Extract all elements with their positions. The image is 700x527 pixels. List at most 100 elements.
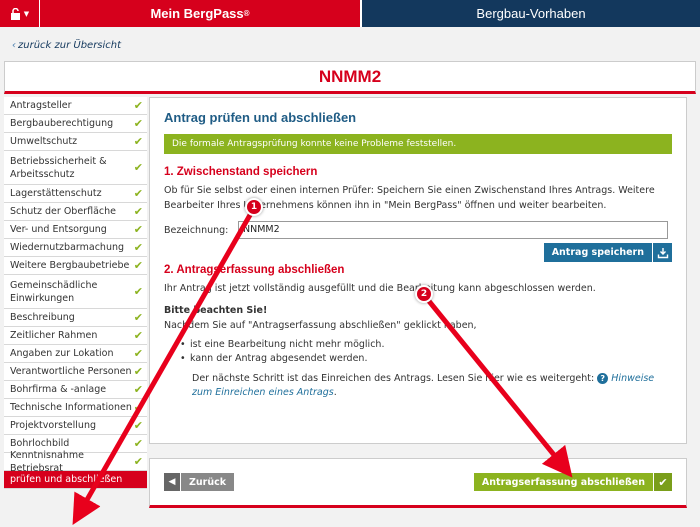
name-label: Bezeichnung: — [164, 224, 229, 236]
sidebar-item-label: Antragsteller — [10, 100, 72, 111]
checkmark-icon: ✔ — [133, 117, 143, 130]
help-link-suffix: . — [333, 387, 337, 398]
project-title: NNMM2 — [318, 66, 382, 86]
sidebar-item[interactable]: Verantwortliche Personen ✔ — [4, 363, 147, 381]
chevron-down-icon: ▼ — [23, 9, 30, 18]
name-row: Bezeichnung: NNMM2 — [164, 221, 672, 239]
sidebar-item-label: Betriebssicherheit & Arbeitsschutz — [10, 155, 107, 180]
list-item: ist eine Bearbeitung nicht mehr möglich. — [180, 338, 672, 352]
list-item: kann der Antrag abgesendet werden. — [180, 352, 672, 366]
save-application-icon-button[interactable] — [653, 243, 672, 262]
section-save-text: Ob für Sie selbst oder einen internen Pr… — [164, 185, 655, 211]
tab-bergbau-vorhaben[interactable]: Bergbau-Vorhaben — [362, 0, 700, 27]
sidebar-item[interactable]: Bergbauberechtigung ✔ — [4, 115, 147, 133]
checkmark-icon: ✔ — [654, 473, 672, 491]
section-save-title: 1. Zwischenstand speichern — [164, 166, 318, 178]
next-step-text: Der nächste Schritt ist das Einreichen d… — [192, 373, 595, 384]
sidebar-item[interactable]: Antragsteller ✔ — [4, 97, 147, 115]
name-input[interactable]: NNMM2 — [238, 221, 668, 239]
chevron-left-icon: ‹ — [12, 40, 16, 51]
sidebar-item[interactable]: Ver- und Entsorgung ✔ — [4, 221, 147, 239]
checkmark-icon: ✔ — [133, 241, 143, 254]
page-title: Antrag prüfen und abschließen — [164, 110, 357, 125]
sidebar-item[interactable]: Wiedernutzbarmachung ✔ — [4, 239, 147, 257]
tab-bergbau-vorhaben-label: Bergbau-Vorhaben — [476, 6, 586, 21]
sidebar-item-label: Umweltschutz — [10, 136, 78, 147]
sidebar-item[interactable]: Umweltschutz ✔ — [4, 133, 147, 151]
section-finish-title: 2. Antragserfassung abschließen — [164, 264, 345, 276]
sidebar-item-label: Angaben zur Lokation — [10, 348, 114, 359]
checkmark-icon: ✔ — [133, 383, 143, 396]
sidebar-item-label: Bergbauberechtigung — [10, 118, 114, 129]
download-icon — [657, 247, 668, 258]
sidebar-item[interactable]: Beschreibung ✔ — [4, 309, 147, 327]
sidebar-item-label: Technische Informationen — [10, 402, 132, 413]
annotation-badge-1: 1 — [245, 198, 263, 216]
top-navigation: ▼ Mein BergPass ® Bergbau-Vorhaben — [0, 0, 700, 27]
help-icon: ? — [597, 373, 609, 384]
back-link-label: zurück zur Übersicht — [18, 40, 122, 51]
success-message: Die formale Antragsprüfung konnte keine … — [164, 134, 672, 154]
sidebar-item[interactable]: Kenntnisnahme Betriebsrat ✔ — [4, 450, 147, 474]
chevron-left-icon: ◀ — [164, 473, 180, 491]
checkmark-icon: ✔ — [133, 437, 143, 450]
sidebar-item[interactable]: Technische Informationen ✔ — [4, 399, 147, 417]
sidebar-item-label: Lagerstättenschutz — [10, 188, 102, 199]
checkmark-icon: ✔ — [133, 161, 143, 174]
checkmark-icon: ✔ — [133, 205, 143, 218]
checkmark-icon: ✔ — [133, 187, 143, 200]
sidebar-item-label: Beschreibung — [10, 312, 75, 323]
checkmark-icon: ✔ — [133, 455, 143, 468]
checkmark-icon: ✔ — [133, 347, 143, 360]
sidebar-item[interactable]: Betriebssicherheit & Arbeitsschutz ✔ — [4, 151, 147, 185]
note-text: Nachdem Sie auf "Antragserfassung abschl… — [164, 320, 477, 331]
sidebar-item-label: Projektvorstellung — [10, 420, 96, 431]
checkmark-icon: ✔ — [133, 99, 143, 112]
sidebar-item[interactable]: Gemeinschädliche Einwirkungen ✔ — [4, 275, 147, 309]
action-footer: ◀ Zurück Antragserfassung abschließen ✔ — [149, 458, 687, 508]
sidebar-item-label: Zeitlicher Rahmen — [10, 330, 98, 341]
sidebar: Antragsteller ✔ Bergbauberechtigung ✔ Umwelt… — [4, 97, 147, 489]
back-to-overview-link[interactable]: ‹ zurück zur Übersicht — [12, 40, 121, 51]
unlock-icon — [10, 7, 20, 20]
checkmark-icon: ✔ — [133, 329, 143, 342]
checkmark-icon: ✔ — [133, 135, 143, 148]
note-title: Bitte beachten Sie! — [164, 305, 268, 316]
sidebar-item[interactable]: Schutz der Oberfläche ✔ — [4, 203, 147, 221]
unlock-menu-button[interactable]: ▼ — [0, 0, 40, 27]
sidebar-item[interactable]: Lagerstättenschutz ✔ — [4, 185, 147, 203]
save-application-button[interactable]: Antrag speichern — [543, 243, 652, 262]
sidebar-item[interactable]: Zeitlicher Rahmen ✔ — [4, 327, 147, 345]
sidebar-item-label: Weitere Bergbaubetriebe — [10, 260, 130, 271]
sidebar-item[interactable]: Bohrfirma & -anlage ✔ — [4, 381, 147, 399]
sidebar-item-label: Schutz der Oberfläche — [10, 206, 116, 217]
tab-mein-bergpass-label: Mein BergPass — [150, 6, 244, 21]
tab-mein-bergpass[interactable]: Mein BergPass ® — [40, 0, 360, 27]
checkmark-icon: ✔ — [133, 419, 143, 432]
sidebar-item[interactable]: Weitere Bergbaubetriebe ✔ — [4, 257, 147, 275]
sidebar-item-label: Verantwortliche Personen — [10, 366, 132, 377]
finish-application-button[interactable]: Antragserfassung abschließen ✔ — [473, 473, 672, 491]
sidebar-item-label: Kenntnisnahme Betriebsrat — [10, 449, 84, 474]
annotation-badge-2: 2 — [415, 285, 433, 303]
checkmark-icon: ✔ — [133, 401, 143, 414]
sidebar-item[interactable]: Projektvorstellung ✔ — [4, 417, 147, 435]
sidebar-item-label: prüfen und abschließen — [10, 474, 123, 485]
back-button[interactable]: ◀ Zurück — [164, 473, 235, 491]
sidebar-item[interactable]: Angaben zur Lokation ✔ — [4, 345, 147, 363]
checkmark-icon: ✔ — [133, 259, 143, 272]
checkmark-icon: ✔ — [133, 285, 143, 298]
note-bullets: ist eine Bearbeitung nicht mehr möglich.… — [180, 338, 672, 366]
main-panel: Antrag prüfen und abschließen Die formal… — [149, 97, 687, 444]
checkmark-icon: ✔ — [133, 223, 143, 236]
sidebar-item-label: Gemeinschädliche Einwirkungen — [10, 279, 98, 304]
save-bar: Antrag speichern — [164, 243, 672, 262]
sidebar-item-label: Bohrfirma & -anlage — [10, 384, 107, 395]
next-step-note: Der nächste Schritt ist das Einreichen d… — [164, 372, 672, 400]
sidebar-item-label: Ver- und Entsorgung — [10, 224, 107, 235]
sidebar-item-label: Wiedernutzbarmachung — [10, 242, 125, 253]
finish-button-label: Antragserfassung abschließen — [473, 473, 653, 491]
checkmark-icon: ✔ — [133, 311, 143, 324]
checkmark-icon: ✔ — [133, 365, 143, 378]
back-button-label: Zurück — [181, 473, 235, 491]
